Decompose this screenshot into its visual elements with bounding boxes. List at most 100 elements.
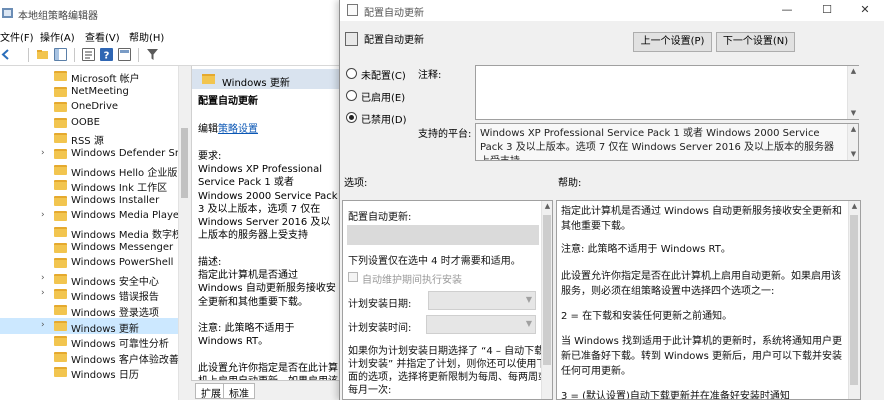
tree-item[interactable]: Windows 可靠性分析: [0, 333, 178, 350]
scroll-up-icon[interactable]: ▲: [542, 202, 552, 210]
menu-view[interactable]: 查看(V): [85, 29, 120, 44]
comment-scrollbar[interactable]: ▲ ▼: [847, 66, 859, 119]
detail-edit-prefix: 编辑: [198, 124, 218, 135]
tree-item[interactable]: Windows Messenger: [0, 240, 178, 256]
radio-circle[interactable]: [346, 68, 357, 79]
window-title: 本地组策略编辑器: [18, 11, 98, 22]
chevron-right-icon[interactable]: ›: [41, 148, 45, 158]
setting-page-icon: [345, 32, 358, 46]
tree-item[interactable]: Windows Ink 工作区: [0, 177, 178, 194]
tree-item-label: Windows Installer: [71, 194, 160, 206]
tree-item[interactable]: NetMeeting: [0, 84, 178, 100]
configure-auto-update-label: 配置自动更新:: [348, 212, 412, 223]
maintenance-checkbox[interactable]: [348, 272, 358, 282]
radio-circle-checked[interactable]: [346, 112, 357, 123]
chevron-right-icon[interactable]: ›: [41, 210, 45, 220]
tree-item[interactable]: › Windows Defender Sm: [0, 146, 185, 162]
toolbar: ?: [0, 44, 345, 66]
svg-text:?: ?: [104, 51, 110, 62]
comment-label: 注释:: [418, 70, 442, 81]
help-icon[interactable]: ?: [100, 48, 113, 61]
next-setting-button[interactable]: 下一个设置(N): [716, 32, 795, 52]
tree-item-label: OOBE: [71, 116, 100, 128]
tree-scrollbar[interactable]: [178, 66, 190, 400]
options-panel: 配置自动更新: 下列设置仅在选中 4 时才需要和适用。 自动维护期间执行安装 计…: [342, 200, 553, 400]
menu-bar: 文件(F) 操作(A) 查看(V) 帮助(H): [0, 26, 345, 44]
scroll-down-icon[interactable]: ▼: [848, 150, 858, 158]
policy-editor-app-icon: [2, 8, 13, 18]
maximize-icon[interactable]: ☐: [810, 0, 844, 21]
help-scrollbar-thumb[interactable]: [850, 215, 858, 385]
chevron-down-icon: ▼: [525, 319, 532, 328]
folder-icon: [54, 102, 67, 113]
tree-item-label: Windows Defender Sm: [71, 148, 185, 159]
radio-circle[interactable]: [346, 90, 357, 101]
requirements-label: 要求:: [198, 151, 222, 162]
tree-item[interactable]: Windows 登录选项: [0, 302, 178, 319]
tree-item[interactable]: › Windows 错误报告: [0, 286, 178, 303]
radio-label: 已禁用(D): [361, 115, 407, 126]
tree-item[interactable]: Windows Media 数字权: [0, 224, 182, 241]
comment-textarea[interactable]: ▲ ▼: [475, 65, 859, 120]
minimize-icon[interactable]: —: [770, 0, 804, 21]
folder-icon: [54, 227, 67, 237]
help-paragraph: 2 = 在下载和安装任何更新之前通知。: [561, 311, 733, 322]
folder-icon: [54, 180, 67, 191]
tree-item[interactable]: › Windows 更新: [0, 317, 178, 335]
description-label: 描述:: [198, 257, 222, 268]
menu-action[interactable]: 操作(A): [40, 29, 75, 44]
folder-icon: [54, 242, 67, 253]
schedule-time-label: 计划安装时间:: [348, 323, 412, 334]
group-policy-editor-window: 本地组策略编辑器 文件(F) 操作(A) 查看(V) 帮助(H) ? Micro…: [0, 0, 345, 400]
tree-item-label: OneDrive: [71, 101, 119, 113]
tree-item[interactable]: OOBE: [0, 115, 178, 131]
folder-icon: [54, 305, 67, 315]
folder-icon: [54, 258, 67, 269]
tree-item[interactable]: Microsoft 帐户: [0, 68, 178, 85]
tree-item[interactable]: › Windows 安全中心: [0, 271, 178, 288]
chevron-right-icon[interactable]: ›: [41, 320, 45, 330]
folder-up-icon[interactable]: [36, 48, 49, 61]
scroll-down-icon[interactable]: ▼: [848, 109, 859, 117]
tree-item[interactable]: OneDrive: [0, 99, 178, 115]
tree-scrollbar-thumb[interactable]: [181, 128, 188, 198]
help-panel: 指定此计算机是否通过 Windows 自动更新服务接收安全更新和其他重要下载。 …: [556, 200, 861, 400]
description-text: 指定此计算机是否通过 Windows 自动更新服务接收安全更新和其他重要下载。: [198, 270, 336, 308]
previous-setting-button[interactable]: 上一个设置(P): [633, 32, 712, 52]
schedule-time-dropdown[interactable]: ▼: [426, 315, 536, 334]
tree-item-label: Windows PowerShell: [71, 257, 174, 269]
scroll-up-icon[interactable]: ▲: [848, 125, 858, 133]
tree-item[interactable]: › Windows Media Player: [0, 208, 183, 224]
scroll-up-icon[interactable]: ▲: [849, 202, 860, 210]
radio-label: 未配置(C): [361, 71, 406, 82]
scroll-up-icon[interactable]: ▲: [848, 67, 859, 75]
tree-item[interactable]: Windows Hello 企业版: [0, 162, 178, 179]
tree-item[interactable]: Windows PowerShell: [0, 255, 178, 271]
schedule-day-label: 计划安装日期:: [348, 299, 412, 310]
show-hide-tree-icon[interactable]: [54, 48, 67, 61]
back-arrow-icon[interactable]: [0, 48, 13, 61]
close-icon[interactable]: ✕: [848, 0, 882, 21]
configure-auto-update-dialog: 配置自动更新 — ☐ ✕ 配置自动更新 上一个设置(P) 下一个设置(N) 未配…: [339, 0, 884, 400]
options-scrollbar-thumb[interactable]: [543, 215, 551, 365]
detail-header-title: Windows 更新: [222, 78, 290, 89]
tree-item[interactable]: Windows 客户体验改善: [0, 349, 179, 366]
platform-scrollbar[interactable]: ▲ ▼: [847, 124, 858, 160]
view-icon[interactable]: [118, 48, 131, 61]
note-text: 注意: 此策略不适用于 Windows RT。: [198, 323, 295, 348]
edit-policy-link[interactable]: 策略设置: [218, 124, 258, 135]
tree-item[interactable]: RSS 源: [0, 130, 178, 147]
filter-icon[interactable]: [146, 48, 159, 61]
menu-help[interactable]: 帮助(H): [129, 29, 164, 44]
menu-file[interactable]: 文件(F): [0, 29, 34, 44]
tab-standard[interactable]: 标准: [223, 383, 255, 400]
properties-icon[interactable]: [82, 48, 95, 61]
folder-icon: [54, 133, 67, 144]
tree-item[interactable]: Windows Installer: [0, 193, 178, 209]
schedule-day-dropdown[interactable]: ▼: [428, 291, 536, 310]
configure-auto-update-dropdown[interactable]: [347, 225, 539, 245]
chevron-right-icon[interactable]: ›: [41, 273, 45, 283]
supported-platform-text: Windows XP Professional Service Pack 1 或…: [480, 128, 835, 160]
tree-item[interactable]: Windows 日历: [0, 364, 178, 381]
chevron-right-icon[interactable]: ›: [41, 288, 45, 298]
